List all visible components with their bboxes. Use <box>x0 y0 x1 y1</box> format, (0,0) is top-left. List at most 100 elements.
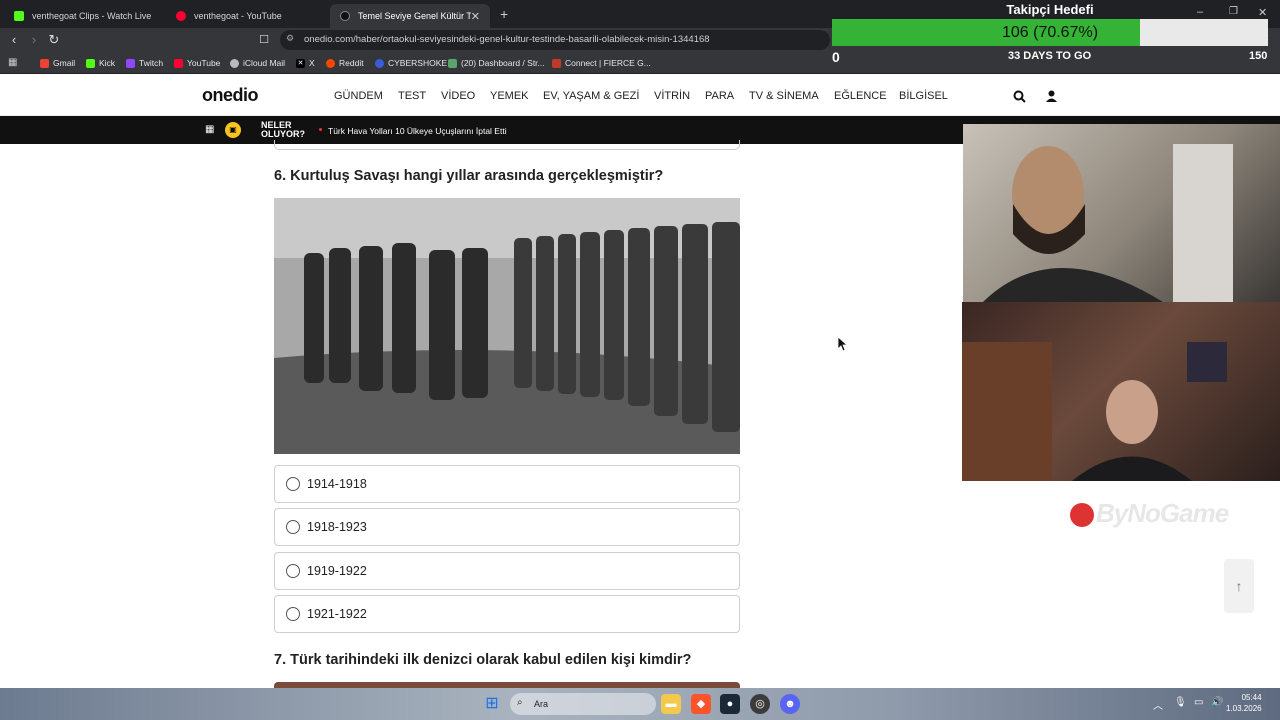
nav-vitrin[interactable]: VİTRİN <box>654 90 690 102</box>
nav-yemek[interactable]: YEMEK <box>490 90 529 102</box>
tab-onedio-active[interactable]: Temel Seviye Genel Kültür Testin ✕ <box>330 4 490 28</box>
answer-label: 1921-1922 <box>307 607 367 621</box>
bookmark-youtube[interactable]: YouTube <box>174 55 220 71</box>
apps-grid-icon[interactable]: ▦ <box>8 57 17 68</box>
bookmark-label: (20) Dashboard / Str... <box>461 58 545 68</box>
ticker-label: NELER OLUYOR? <box>261 121 305 139</box>
answer-label: 1918-1923 <box>307 520 367 534</box>
watermark-text: ByNoGame <box>1096 498 1229 528</box>
radio-icon[interactable] <box>286 520 300 534</box>
microphone-icon[interactable]: 🎙 <box>1174 697 1187 708</box>
search-label: Ara <box>534 699 549 709</box>
bynogame-watermark: ByNoGame <box>1070 498 1229 529</box>
cybershoke-icon <box>375 58 384 68</box>
radio-icon[interactable] <box>286 477 300 491</box>
grid-icon[interactable]: ▦ <box>205 124 214 135</box>
answer-option[interactable]: 1921-1922 <box>274 595 740 633</box>
nav-test[interactable]: TEST <box>398 90 426 102</box>
bookmark-twitch[interactable]: Twitch <box>126 55 163 71</box>
bookmark-label: Kick <box>99 58 116 68</box>
nav-video[interactable]: VİDEO <box>441 90 475 102</box>
bookmark-kick[interactable]: Kick <box>86 55 115 71</box>
apple-icon <box>230 58 239 68</box>
site-logo[interactable]: onedio <box>202 85 259 106</box>
goal-min: 0 <box>832 49 840 65</box>
goal-days-left: 33 DAYS TO GO <box>1008 50 1092 62</box>
taskbar-clock[interactable]: 05:44 1.03.2026 <box>1226 692 1262 714</box>
site-info-icon[interactable]: ⚙ <box>286 33 294 44</box>
bookmark-icon[interactable]: ☐ <box>255 31 273 49</box>
webcam-2-figure <box>962 342 1227 481</box>
radio-icon[interactable] <box>286 564 300 578</box>
back-icon[interactable]: ‹ <box>5 31 23 49</box>
clock-time: 05:44 <box>1241 693 1262 702</box>
bookmark-label: Connect | FIERCE G... <box>565 58 651 68</box>
bookmark-fierce[interactable]: Connect | FIERCE G... <box>552 55 651 71</box>
tab-title: venthegoat - YouTube <box>194 11 282 21</box>
kick-icon <box>14 11 24 21</box>
tab-kick-clips[interactable]: venthegoat Clips - Watch Live on Kick <box>4 4 164 28</box>
search-icon: ⌕ <box>517 697 523 708</box>
new-tab-icon[interactable]: + <box>500 6 508 22</box>
youtube-icon <box>176 11 186 21</box>
file-explorer-icon[interactable]: ▬ <box>661 694 681 714</box>
taskbar-search[interactable]: Ara <box>510 693 656 715</box>
clock-date: 1.03.2026 <box>1226 704 1262 713</box>
scroll-to-top-button[interactable]: ↑ <box>1224 559 1254 613</box>
nav-bilgisel[interactable]: BİLGİSEL <box>899 90 948 102</box>
webcam-feed-1 <box>963 124 1280 302</box>
tab-title: Temel Seviye Genel Kültür Testin <box>358 11 471 21</box>
reddit-icon <box>326 58 335 68</box>
close-tab-icon[interactable]: ✕ <box>471 10 480 23</box>
reload-icon[interactable]: ↻ <box>45 31 63 49</box>
bookmark-icloud[interactable]: iCloud Mail <box>230 55 285 71</box>
bookmark-reddit[interactable]: Reddit <box>326 55 364 71</box>
bookmark-label: X <box>309 58 315 68</box>
question-6-image <box>274 198 740 454</box>
ticker-dot <box>319 128 322 131</box>
bookmark-label: Reddit <box>339 58 364 68</box>
bookmark-label: YouTube <box>187 58 221 68</box>
bookmark-gmail[interactable]: Gmail <box>40 55 75 71</box>
historical-photo <box>274 198 740 454</box>
bookmark-label: Gmail <box>53 58 76 68</box>
nav-eglence[interactable]: EĞLENCE <box>834 90 887 102</box>
answer-option[interactable]: 1919-1922 <box>274 552 740 590</box>
news-badge-icon: ▣ <box>225 122 241 138</box>
gmail-icon <box>40 58 49 68</box>
answer-option[interactable]: 1914-1918 <box>274 465 740 503</box>
nav-tv-sinema[interactable]: TV & SİNEMA <box>749 90 819 102</box>
bookmark-label: iCloud Mail <box>243 58 286 68</box>
network-icon[interactable]: ▭ <box>1194 697 1203 708</box>
ticker-headline[interactable]: Türk Hava Yolları 10 Ülkeye Uçuşlarını İ… <box>328 126 507 136</box>
answer-option[interactable]: 1918-1923 <box>274 508 740 546</box>
brave-browser-icon[interactable]: ◆ <box>691 694 711 714</box>
bookmark-dashboard[interactable]: (20) Dashboard / Str... <box>448 55 545 71</box>
bookmark-label: CYBERSHOKE <box>388 58 448 68</box>
ticker-label-line2: OLUYOR? <box>261 129 305 139</box>
answer-label: 1914-1918 <box>307 477 367 491</box>
tab-youtube[interactable]: venthegoat - YouTube <box>166 4 326 28</box>
bookmark-x[interactable]: ✕ X <box>296 55 315 71</box>
nav-gundem[interactable]: GÜNDEM <box>334 90 383 102</box>
bookmark-label: Twitch <box>139 58 164 68</box>
nav-para[interactable]: PARA <box>705 90 734 102</box>
answer-label: 1919-1922 <box>307 564 367 578</box>
question-7-title: 7. Türk tarihindeki ilk denizci olarak k… <box>274 652 692 668</box>
url-input[interactable]: onedio.com/haber/ortaokul-seviyesindeki-… <box>280 30 830 50</box>
tray-chevron-icon[interactable]: ︿ <box>1153 697 1163 712</box>
obs-icon[interactable]: ◎ <box>750 694 770 714</box>
goal-progress-bar: 106 (70.67%) <box>832 19 1268 46</box>
nav-ev-yasam-gezi[interactable]: EV, YAŞAM & GEZİ <box>543 90 639 102</box>
windows-start-icon[interactable]: ⊞ <box>482 694 502 714</box>
discord-icon[interactable]: ☻ <box>780 694 800 714</box>
user-icon[interactable] <box>1046 90 1057 102</box>
volume-icon[interactable]: 🔊 <box>1211 697 1223 708</box>
mouse-cursor-icon <box>838 337 848 351</box>
radio-icon[interactable] <box>286 607 300 621</box>
search-icon[interactable] <box>1013 90 1026 103</box>
bookmark-cybershoke[interactable]: CYBERSHOKE <box>375 55 447 71</box>
steam-icon[interactable]: ● <box>720 694 740 714</box>
tab-title: venthegoat Clips - Watch Live on Kick <box>32 11 154 21</box>
forward-icon[interactable]: › <box>25 31 43 49</box>
